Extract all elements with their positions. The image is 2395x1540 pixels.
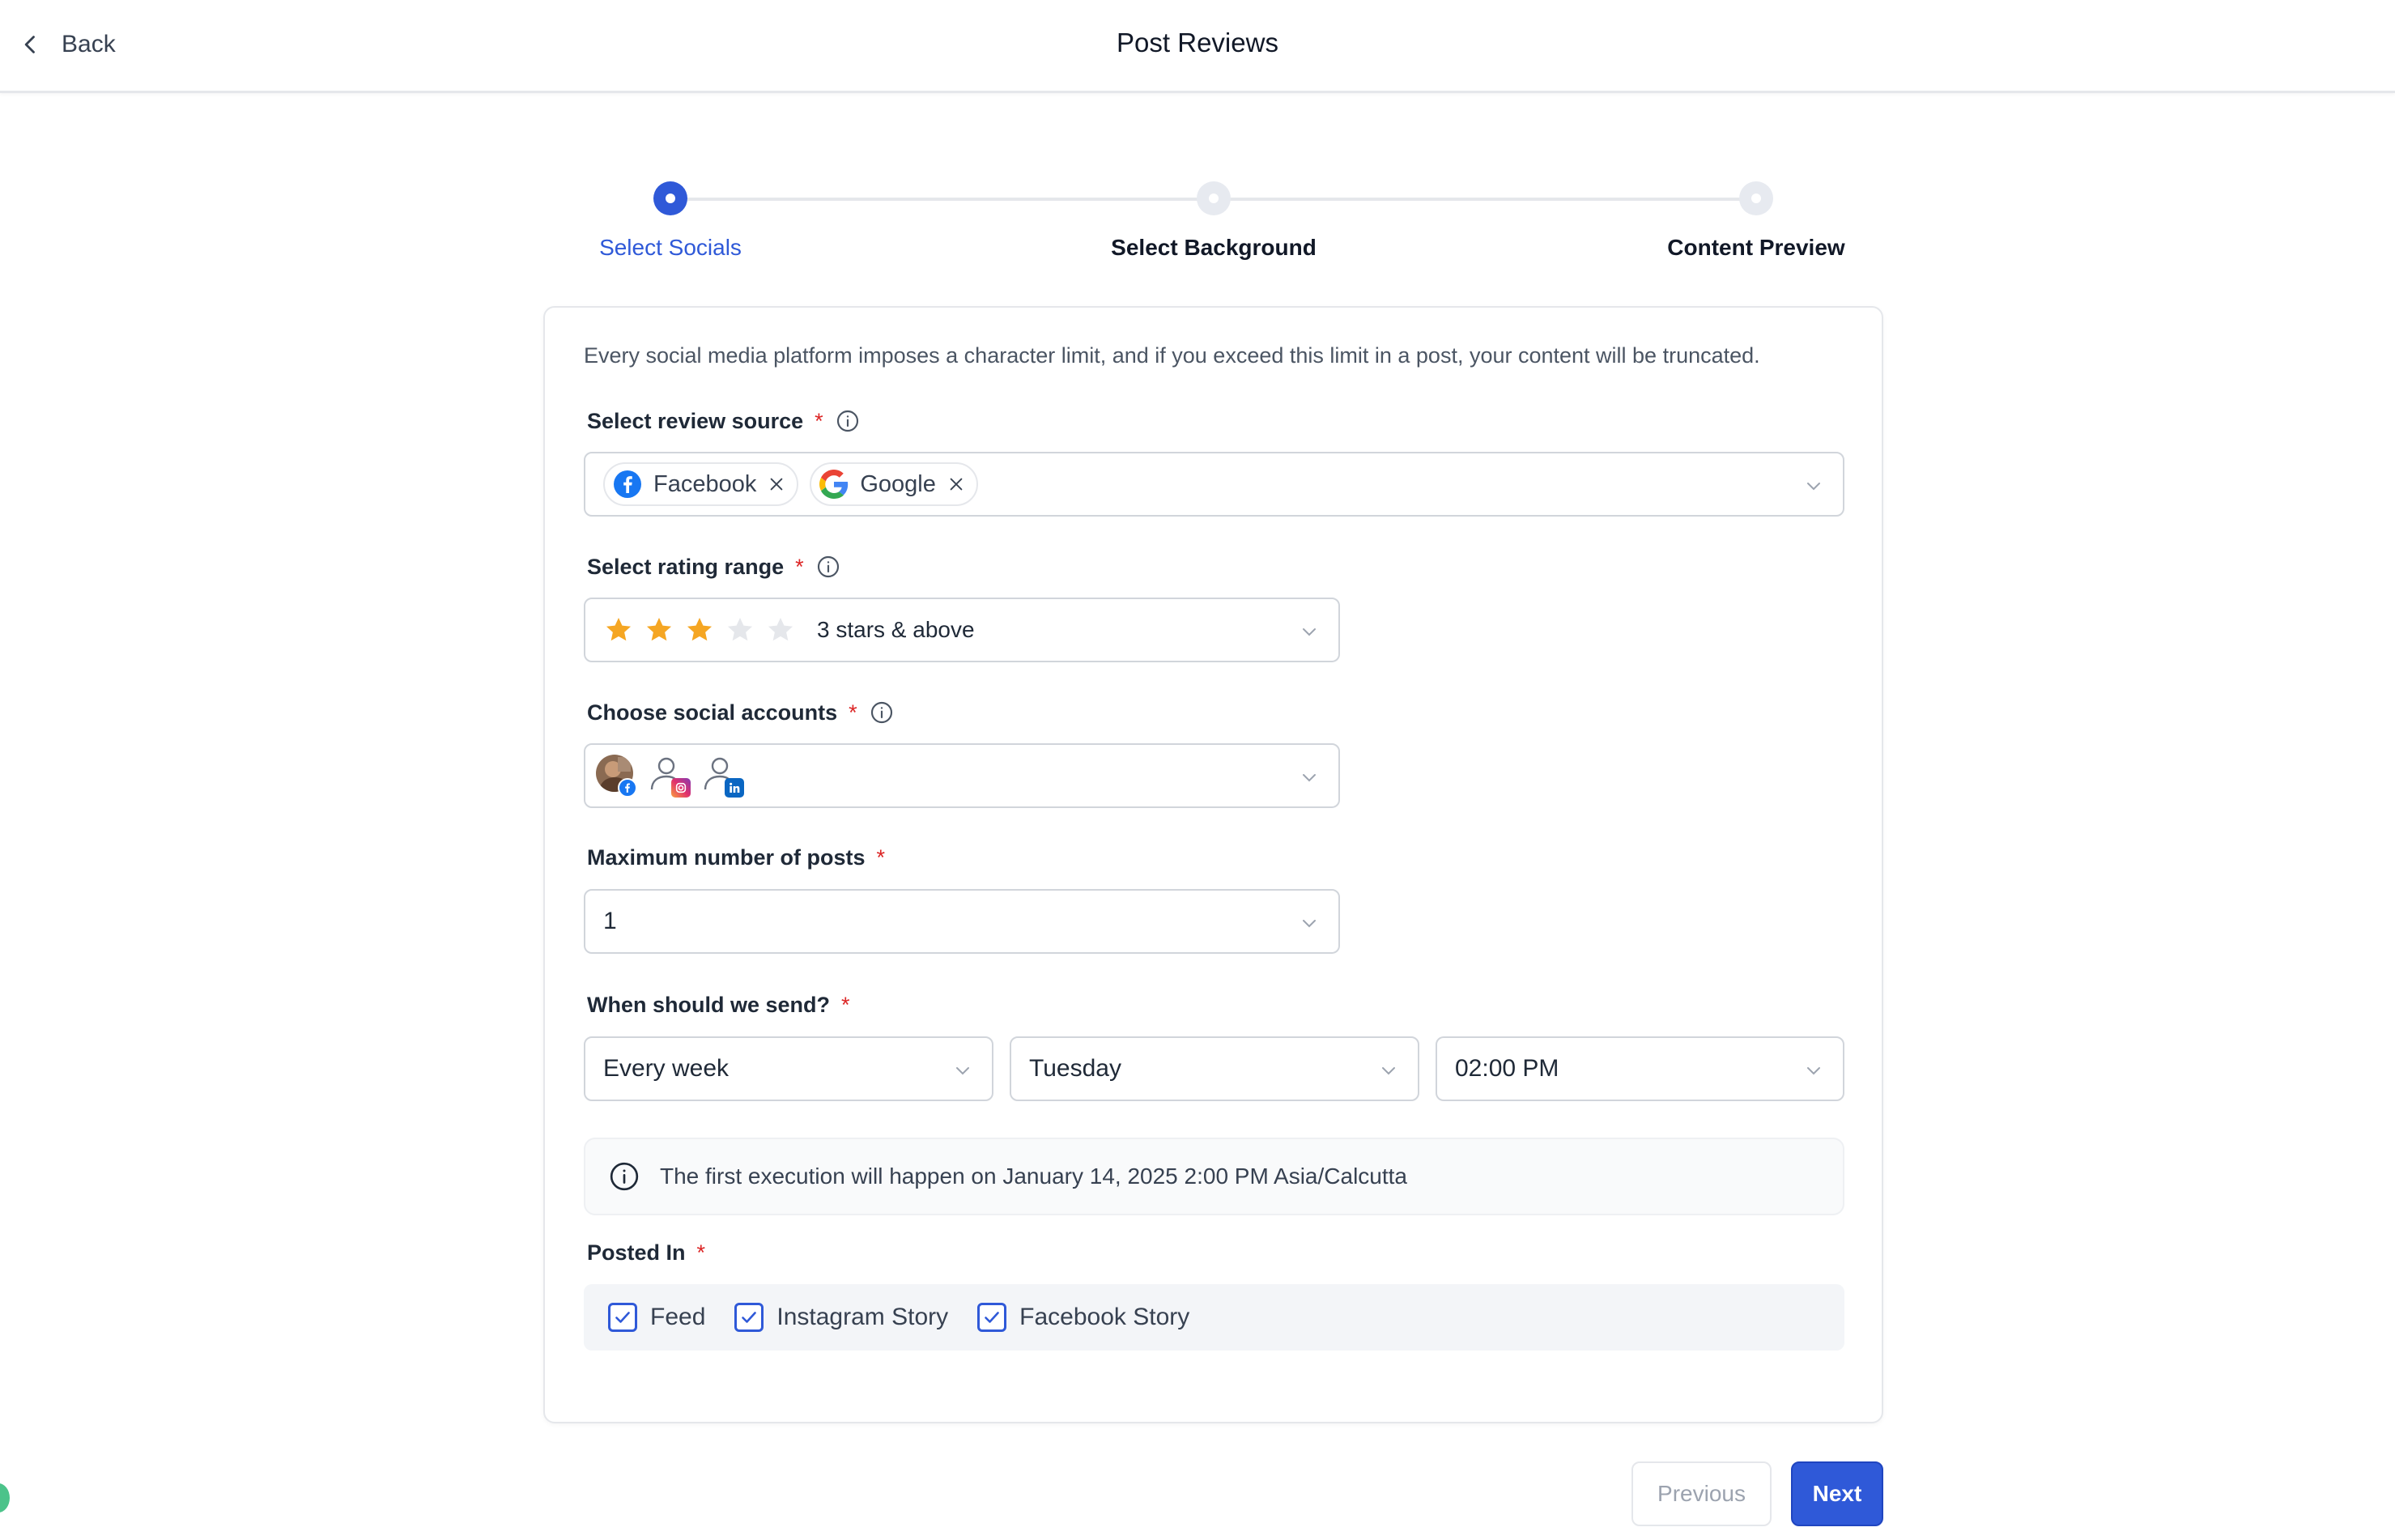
rating-range-select[interactable]: 3 stars & above <box>584 598 1340 662</box>
checkbox-label: Facebook Story <box>1019 1304 1190 1330</box>
checkbox-instagram-story[interactable]: Instagram Story <box>734 1303 948 1332</box>
selected-accounts <box>595 754 744 798</box>
step-indicator-select-background[interactable] <box>1197 181 1231 215</box>
top-bar: Back Post Reviews <box>0 0 2395 93</box>
max-posts-value: 1 <box>603 908 617 934</box>
chip-label: Facebook <box>653 470 757 497</box>
rating-range-label-text: Select rating range <box>587 554 785 579</box>
checkbox-checked-icon[interactable] <box>608 1303 637 1332</box>
step-connector <box>670 198 1214 201</box>
checkbox-feed[interactable]: Feed <box>608 1303 705 1332</box>
previous-button[interactable]: Previous <box>1631 1461 1772 1526</box>
google-icon <box>819 470 849 499</box>
checkbox-checked-icon[interactable] <box>977 1303 1007 1332</box>
review-source-select[interactable]: Facebook Google <box>584 452 1844 517</box>
chevron-down-icon <box>1303 920 1316 928</box>
rating-range-value: 3 stars & above <box>817 617 975 642</box>
posted-in-label-text: Posted In <box>587 1240 686 1265</box>
star-filled-icon <box>646 617 672 641</box>
required-mark: * <box>841 993 850 1017</box>
facebook-icon <box>614 470 641 498</box>
day-value: Tuesday <box>1029 1055 1121 1082</box>
star-empty-icon <box>768 617 793 641</box>
account-avatar-instagram <box>649 754 691 798</box>
form-card: Every social media platform imposes a ch… <box>543 306 1883 1423</box>
max-posts-select[interactable]: 1 <box>584 889 1340 954</box>
info-icon[interactable] <box>835 408 861 434</box>
remove-chip-icon[interactable] <box>768 475 785 493</box>
required-mark: * <box>876 845 886 870</box>
info-icon <box>610 1162 639 1191</box>
step-label-select-background[interactable]: Select Background <box>1111 235 1317 261</box>
frequency-value: Every week <box>603 1055 730 1082</box>
chevron-down-icon <box>1807 483 1820 491</box>
account-avatar-facebook <box>595 754 637 798</box>
facebook-icon <box>618 778 637 798</box>
posted-in-label: Posted In * <box>587 1240 705 1266</box>
chevron-down-icon <box>956 1067 969 1075</box>
max-posts-label-text: Maximum number of posts <box>587 845 866 870</box>
time-select[interactable]: 02:00 PM <box>1436 1036 1844 1101</box>
required-mark: * <box>696 1240 706 1265</box>
day-select[interactable]: Tuesday <box>1010 1036 1419 1101</box>
step-label-content-preview[interactable]: Content Preview <box>1667 235 1844 261</box>
star-rating <box>603 615 796 645</box>
max-posts-label: Maximum number of posts * <box>587 845 885 870</box>
social-accounts-select[interactable] <box>584 743 1340 808</box>
rating-range-label: Select rating range * <box>587 554 841 580</box>
instagram-icon <box>671 778 691 798</box>
next-button[interactable]: Next <box>1791 1461 1883 1526</box>
required-mark: * <box>795 554 804 579</box>
step-indicator-content-preview[interactable] <box>1739 181 1773 215</box>
step-indicator-select-socials[interactable] <box>653 181 687 215</box>
info-icon[interactable] <box>869 700 895 725</box>
required-mark: * <box>815 408 823 433</box>
stepper: Select Socials Select Background Content… <box>583 177 1845 266</box>
chevron-down-icon <box>1807 1067 1820 1075</box>
page-title: Post Reviews <box>1117 28 1278 57</box>
chip-label: Google <box>860 470 936 497</box>
schedule-label: When should we send? * <box>587 993 850 1018</box>
first-execution-notice: The first execution will happen on Janua… <box>584 1138 1844 1215</box>
help-widget-icon[interactable] <box>0 1483 10 1512</box>
account-avatar-linkedin <box>702 754 744 798</box>
chevron-down-icon <box>1303 628 1316 636</box>
chip-facebook: Facebook <box>603 462 799 506</box>
frequency-select[interactable]: Every week <box>584 1036 993 1101</box>
chip-google: Google <box>810 462 978 506</box>
info-icon[interactable] <box>815 554 841 580</box>
chevron-down-icon <box>1382 1067 1395 1075</box>
chevron-down-icon <box>1303 774 1316 782</box>
step-label-select-socials[interactable]: Select Socials <box>599 235 742 261</box>
star-filled-icon <box>687 617 713 641</box>
star-empty-icon <box>727 617 753 641</box>
review-source-label: Select review source * <box>587 408 861 434</box>
checkbox-checked-icon[interactable] <box>734 1303 764 1332</box>
checkbox-label: Feed <box>650 1304 706 1330</box>
social-accounts-label-text: Choose social accounts <box>587 700 838 725</box>
schedule-label-text: When should we send? <box>587 993 831 1017</box>
social-accounts-label: Choose social accounts * <box>587 700 895 725</box>
time-value: 02:00 PM <box>1455 1055 1559 1082</box>
required-mark: * <box>849 700 857 725</box>
star-filled-icon <box>606 617 632 641</box>
character-limit-notice: Every social media platform imposes a ch… <box>584 343 1760 368</box>
remove-chip-icon[interactable] <box>947 475 965 493</box>
posted-in-options: Feed Instagram Story Facebook Story <box>584 1284 1844 1351</box>
step-connector <box>1214 198 1756 201</box>
checkbox-label: Instagram Story <box>776 1304 949 1330</box>
first-execution-text: The first execution will happen on Janua… <box>660 1164 1407 1189</box>
checkbox-facebook-story[interactable]: Facebook Story <box>977 1303 1189 1332</box>
linkedin-icon <box>725 778 744 798</box>
review-source-label-text: Select review source <box>587 408 804 433</box>
